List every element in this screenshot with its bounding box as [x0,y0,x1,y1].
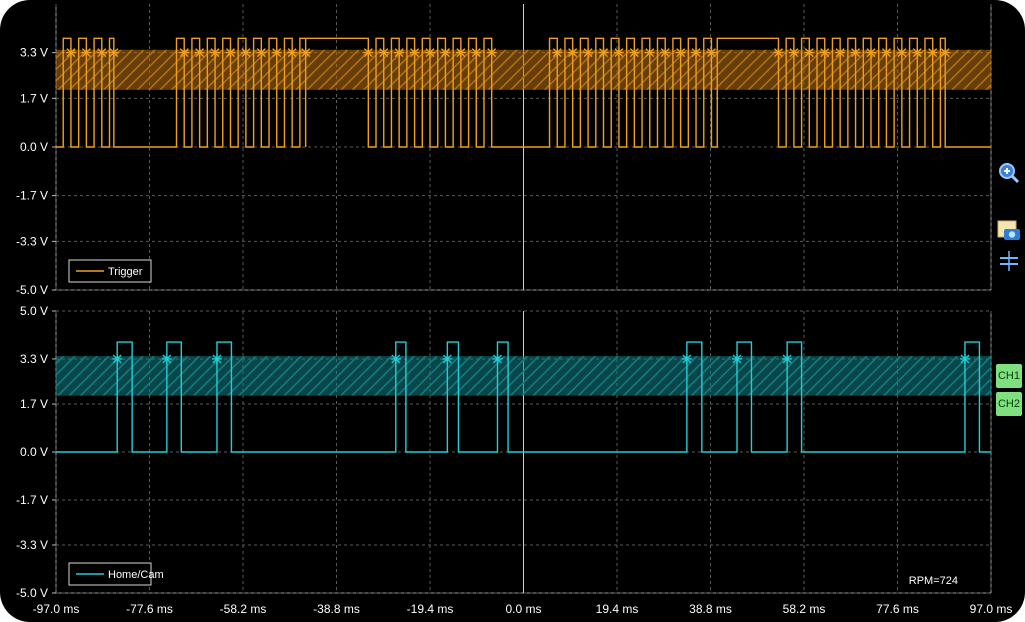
x-tick-label: -38.8 ms [313,602,360,616]
snapshot-button[interactable] [996,218,1022,242]
edge-marker [179,47,190,58]
edge-marker [440,47,451,58]
edge-marker [81,47,92,58]
edge-marker [378,47,389,58]
x-tick-label: 97.0 ms [970,602,1013,616]
edge-marker [598,47,609,58]
edge-marker [455,47,466,58]
x-tick-label: 58.2 ms [783,602,826,616]
zoom-button[interactable] [996,160,1022,186]
edge-marker [394,47,405,58]
x-tick-label: -97.0 ms [33,602,80,616]
edge-marker [819,47,830,58]
y-tick-label: 5.0 V [20,304,48,318]
edge-marker [108,47,119,58]
y-tick-label: -3.3 V [16,234,48,248]
edge-marker [896,47,907,58]
y-tick-label: -5.0 V [16,283,48,297]
oscilloscope-frame: 3.3 V 1.7 V 0.0 V -1.7 V -3.3 V -5.0 V Trigger… [0,0,1025,622]
horizontal-cursor-icon [1000,251,1018,271]
ch2-badge[interactable]: CH2 [996,392,1022,416]
edge-marker [211,353,222,364]
y-tick-label: 0.0 V [20,445,48,459]
edge-marker [706,47,717,58]
edge-marker [471,47,482,58]
edge-marker [194,47,205,58]
x-tick-label: -19.4 ms [407,602,454,616]
legend-label: Home/Cam [108,569,164,581]
pane-cam: 5.0 V 3.3 V 1.7 V 0.0 V -1.7 V -3.3 V -5.0 V Ho… [16,304,992,600]
edge-marker [773,47,784,58]
edge-marker [409,47,420,58]
y-tick-label: 1.7 V [20,397,48,411]
cursor-button[interactable] [998,249,1020,273]
y-tick-label: 1.7 V [20,91,48,105]
threshold-band [56,356,991,396]
oscilloscope-plot: 3.3 V 1.7 V 0.0 V -1.7 V -3.3 V -5.0 V Trigger… [16,4,1013,616]
edge-marker [927,47,938,58]
edge-marker [804,47,815,58]
edge-marker [788,47,799,58]
edge-marker [210,47,221,58]
edge-marker [96,47,107,58]
magnifier-zoom-icon [999,163,1020,184]
edge-marker [850,47,861,58]
edge-marker [161,353,172,364]
y-tick-label: -5.0 V [16,586,48,600]
edge-marker [287,47,298,58]
edge-marker [660,47,671,58]
edge-marker [492,353,503,364]
edge-marker [681,353,692,364]
x-tick-label: 0.0 ms [505,602,541,616]
edge-marker [363,47,374,58]
x-tick-label: 38.8 ms [689,602,732,616]
edge-marker [629,47,640,58]
edge-marker [567,47,578,58]
edge-marker [675,47,686,58]
edge-marker [644,47,655,58]
edge-marker [300,47,311,58]
x-tick-label: 77.6 ms [876,602,919,616]
edge-marker [390,353,401,364]
edge-marker [583,47,594,58]
x-tick-label: -77.6 ms [126,602,173,616]
edge-marker [225,47,236,58]
pane-trigger: 3.3 V 1.7 V 0.0 V -1.7 V -3.3 V -5.0 V Trigger [16,4,992,297]
y-tick-label: -1.7 V [16,493,48,507]
edge-marker [442,353,453,364]
y-tick-label: 3.3 V [20,46,48,60]
edge-marker [881,47,892,58]
y-tick-label: -1.7 V [16,189,48,203]
y-tick-label: 3.3 V [20,352,48,366]
legend-label: Trigger [108,266,143,278]
edge-marker [425,47,435,58]
y-tick-label: -3.3 V [16,538,48,552]
edge-marker [256,47,267,58]
edge-marker [691,47,702,58]
edge-marker [835,47,846,58]
edge-marker [940,47,951,58]
edge-marker [959,353,970,364]
edge-marker [613,47,624,58]
edge-marker [271,47,282,58]
edge-marker [552,47,563,58]
ch1-badge[interactable]: CH1 [996,364,1022,388]
edge-marker [486,47,497,58]
edge-marker [782,353,793,364]
x-tick-label: 19.4 ms [596,602,639,616]
edge-marker [65,47,76,58]
edge-marker [732,353,743,364]
edge-marker [865,47,876,58]
rpm-readout: RPM=724 [909,575,958,587]
edge-marker [112,353,123,364]
edge-marker [240,47,251,58]
edge-marker [912,47,923,58]
x-tick-label: -58.2 ms [220,602,267,616]
camera-snapshot-icon [997,220,1020,240]
y-tick-label: 0.0 V [20,140,48,154]
